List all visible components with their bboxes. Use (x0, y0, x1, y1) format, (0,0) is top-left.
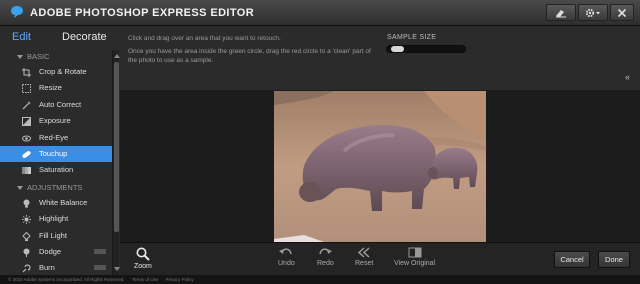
stamp-tool-button[interactable] (546, 4, 576, 21)
burn-mini-indicator (94, 265, 106, 271)
sidebar-item-label: Resize (39, 83, 62, 93)
section-adjustments[interactable]: ADJUSTMENTS (0, 181, 112, 195)
section-label: BASIC (27, 52, 50, 61)
eye-icon (22, 135, 31, 142)
resize-icon (22, 84, 31, 94)
sun-icon (22, 215, 31, 225)
stamp-icon (556, 9, 566, 17)
sample-size-slider[interactable] (386, 45, 466, 53)
reset-label: Reset (355, 260, 374, 267)
sidebar-item-label: Exposure (39, 116, 71, 126)
footer: © 2010 Adobe Systems Incorporated. All R… (0, 275, 640, 284)
sidebar-item-label: Auto Correct (39, 99, 82, 109)
zoom-label: Zoom (134, 263, 152, 270)
crop-icon (22, 68, 31, 77)
gear-icon (585, 8, 600, 17)
scrollbar-thumb[interactable] (114, 62, 119, 232)
slider-knob[interactable] (391, 46, 404, 52)
saturation-icon (22, 167, 31, 175)
zoom-button[interactable]: Zoom (134, 247, 152, 270)
reset-button[interactable]: Reset (355, 247, 373, 267)
section-basic[interactable]: BASIC (0, 50, 112, 64)
cancel-button[interactable]: Cancel (554, 251, 590, 268)
tab-edit[interactable]: Edit (12, 31, 31, 43)
reset-icon (358, 247, 370, 258)
terms-link[interactable]: Terms of Use (132, 277, 159, 282)
sidebar-item-exposure[interactable]: Exposure (0, 113, 112, 129)
view-original-button[interactable]: View Original (394, 247, 435, 267)
undo-button[interactable]: Undo (278, 247, 295, 267)
sidebar-item-saturation[interactable]: Saturation (0, 162, 112, 178)
adobe-express-logo-icon (11, 6, 23, 18)
sidebar-item-label: Red-Eye (39, 132, 69, 142)
tab-decorate[interactable]: Decorate (62, 31, 107, 43)
collapse-triangle-icon (17, 55, 23, 59)
sidebar-item-crop-rotate[interactable]: Crop & Rotate (0, 64, 112, 80)
done-button[interactable]: Done (598, 251, 630, 268)
compare-icon (408, 247, 422, 258)
bottom-toolbar: Zoom Undo Redo Reset View Original Cance… (120, 242, 640, 275)
tool-menu: BASIC Crop & Rotate Resize Auto Correct … (0, 50, 112, 277)
redo-label: Redo (317, 260, 334, 267)
instruction-text: Click and drag over an area that you wan… (128, 35, 281, 42)
collapse-panel-icon[interactable]: « (625, 72, 630, 82)
exposure-icon (22, 117, 31, 127)
main-area: Click and drag over an area that you wan… (120, 26, 640, 275)
app-title: ADOBE PHOTOSHOP EXPRESS EDITOR (30, 7, 255, 19)
sidebar-scrollbar[interactable] (112, 50, 120, 275)
burn-icon (22, 264, 31, 273)
sidebar-item-label: Crop & Rotate (39, 67, 87, 76)
wand-icon (22, 100, 31, 110)
undo-label: Undo (278, 260, 295, 267)
redo-icon (319, 248, 333, 255)
sidebar-item-label: White Balance (39, 197, 88, 207)
left-panel: Edit Decorate BASIC Crop & Rotate Resize… (0, 26, 120, 275)
image-canvas[interactable] (120, 90, 640, 242)
sidebar-item-resize[interactable]: Resize (0, 80, 112, 96)
section-label: ADJUSTMENTS (27, 182, 83, 192)
fill-light-icon (22, 231, 31, 241)
lightbulb-icon (23, 199, 30, 208)
title-bar: ADOBE PHOTOSHOP EXPRESS EDITOR (0, 0, 640, 26)
close-button[interactable] (610, 4, 634, 21)
redo-button[interactable]: Redo (317, 247, 334, 267)
sidebar-item-fill-light[interactable]: Fill Light (0, 228, 112, 244)
sidebar-item-auto-correct[interactable]: Auto Correct (0, 97, 112, 113)
sidebar-item-label: Highlight (39, 214, 69, 224)
sidebar-item-label: Fill Light (39, 230, 67, 240)
magnifier-icon (136, 247, 150, 261)
mode-tabs: Edit Decorate (0, 26, 120, 50)
sidebar-item-label: Burn (39, 263, 55, 273)
settings-button[interactable] (578, 4, 608, 21)
photo-hippos[interactable] (274, 91, 486, 242)
sidebar-item-label: Dodge (39, 246, 62, 256)
undo-icon (279, 248, 293, 255)
sidebar-item-white-balance[interactable]: White Balance (0, 195, 112, 211)
view-original-label: View Original (394, 260, 436, 267)
sidebar-item-touchup[interactable]: Touchup (0, 145, 112, 163)
options-bar: Click and drag over an area that you wan… (120, 26, 640, 90)
sample-size-label: SAMPLE SIZE (387, 34, 437, 41)
dodge-icon (23, 248, 30, 257)
sidebar-item-dodge[interactable]: Dodge (0, 244, 112, 260)
collapse-triangle-icon (17, 185, 23, 190)
sidebar-item-label: Saturation (39, 165, 74, 175)
close-icon (617, 8, 627, 17)
sidebar-item-highlight[interactable]: Highlight (0, 211, 112, 227)
privacy-link[interactable]: Privacy Policy (166, 277, 194, 282)
instruction-text-secondary: Once you have the area inside the green … (128, 48, 371, 64)
dodge-mini-indicator (94, 248, 106, 254)
copyright-text: © 2010 Adobe Systems Incorporated. All R… (8, 277, 125, 282)
sidebar-item-red-eye[interactable]: Red-Eye (0, 130, 112, 146)
sidebar-item-label: Touchup (39, 148, 68, 158)
bandage-icon (22, 151, 31, 158)
